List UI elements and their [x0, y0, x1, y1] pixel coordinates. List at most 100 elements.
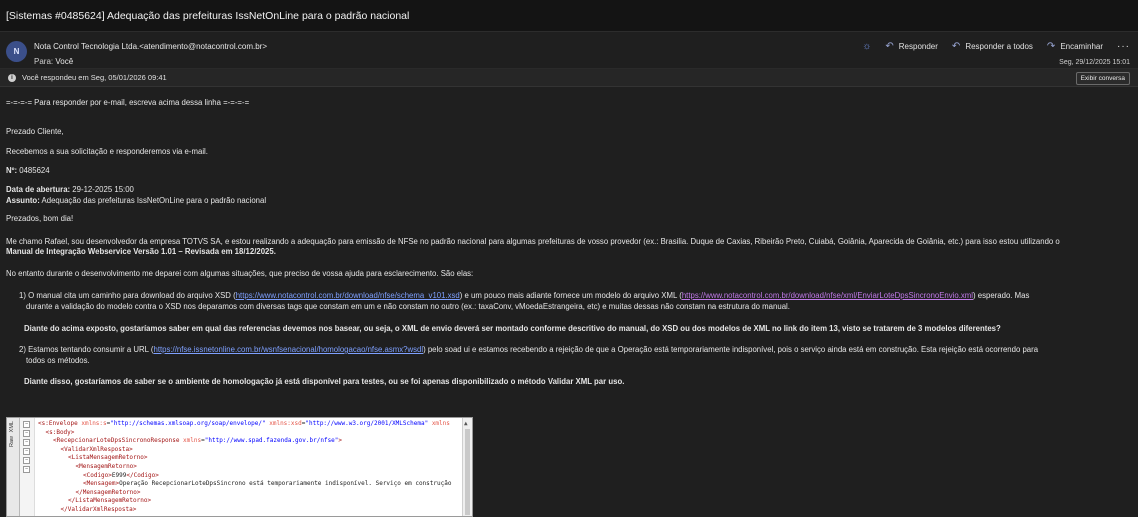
to-label: Para: [34, 57, 54, 66]
xml-token: <RecepcionarLoteDpsSincronoResponse [53, 437, 180, 445]
xml-token: "http://www.spad.fazenda.gov.br/nfse" [204, 437, 339, 445]
xml-token: </ValidarXmlResposta> [60, 506, 137, 513]
open-date-value: 29-12-2025 15:00 [70, 185, 134, 194]
subject-line: Assunto: Adequação das prefeituras IssNe… [6, 196, 266, 205]
xml-token: <s:Envelope [38, 420, 78, 427]
vertical-scrollbar[interactable]: ▲ [462, 418, 472, 516]
xml-line: <s:Body> [46, 429, 75, 436]
sent-date: Seg, 29/12/2025 15:01 [1059, 59, 1130, 66]
xml-token: xmlns:xsd [265, 420, 302, 427]
xml-token: xmlns [428, 420, 450, 427]
intro-line-1: Me chamo Rafael, sou desenvolvedor da em… [6, 237, 1060, 246]
xml-token: <MensagemRetorno> [75, 463, 137, 470]
sender-name[interactable]: Nota Control Tecnologia Ltda.<atendiment… [34, 42, 267, 51]
reply-all-icon: ↶ [951, 41, 961, 52]
xml-line: <s:Envelope xmlns:s="http://schemas.xmls… [38, 420, 450, 427]
subject-value: Adequação das prefeituras IssNetOnLine p… [39, 196, 267, 205]
question-2: Diante disso, gostaríamos de saber se o … [24, 377, 625, 386]
scrollbar-thumb[interactable] [465, 429, 470, 515]
xml-line: </MensagemRetorno> [76, 489, 141, 496]
info-icon: i [8, 73, 16, 82]
fold-toggle[interactable]: − [23, 457, 30, 464]
message-actions: ☼ ↶ Responder ↶ Responder a todos ↷ Enca… [862, 41, 1130, 52]
fold-toggle[interactable]: − [23, 466, 30, 473]
raw-tab[interactable]: Raw [9, 436, 15, 447]
subject-text: [Sistemas #0485624] Adequação das prefei… [6, 9, 410, 22]
reply-info-text: Você respondeu em Seg, 05/01/2026 09:41 [22, 73, 167, 82]
reply-all-label: Responder a todos [965, 42, 1033, 51]
subject-label: Assunto: [6, 196, 40, 205]
scroll-up-arrow-icon[interactable]: ▲ [464, 420, 468, 427]
xml-token: <Codigo> [83, 471, 112, 479]
fold-toggle[interactable]: − [23, 421, 30, 428]
question-1: Diante do acima exposto, gostaríamos sab… [24, 324, 1001, 333]
fold-toggle[interactable]: − [23, 439, 30, 446]
received-notice: Recebemos a sua solicitação e respondere… [6, 147, 208, 156]
xml-line: <Mensagem>Operação RecepcionarLoteDpsSin… [83, 480, 451, 487]
xml-token: </ListaMensagemRetorno> [68, 497, 152, 505]
xml-model-link[interactable]: https://www.notacontrol.com.br/download/… [682, 291, 973, 300]
item-2-text-a: 2) Estamos tentando consumir a URL ( [19, 345, 154, 354]
view-tabs: XML Raw [7, 418, 20, 516]
xml-tab[interactable]: XML [9, 421, 15, 432]
xml-token: Operação RecepcionarLoteDpsSincrono está… [119, 480, 452, 488]
situations-text: No entanto durante o desenvolvimento me … [6, 269, 474, 278]
xml-token: <ValidarXmlResposta> [60, 445, 133, 453]
reply-button[interactable]: ↶ Responder [885, 41, 938, 52]
item-1-line-2: durante a validação do modelo contra o X… [26, 302, 790, 311]
xml-token: xmlns:s [77, 420, 107, 427]
xml-token: xmlns [179, 437, 202, 445]
xml-token: </MensagemRetorno> [75, 488, 141, 496]
fold-toggle[interactable]: − [23, 430, 30, 437]
xml-token: </Codigo> [126, 471, 159, 479]
xml-line: </ListaMensagemRetorno> [68, 497, 151, 504]
forward-icon: ↷ [1046, 41, 1056, 52]
salutation: Prezados, bom dia! [6, 214, 74, 223]
xsd-link[interactable]: https://www.notacontrol.com.br/download/… [236, 291, 460, 300]
reply-icon: ↶ [885, 41, 894, 52]
to-value[interactable]: Você [55, 57, 73, 66]
reply-separator: =-=-=-= Para responder por e-mail, escre… [6, 98, 250, 107]
open-date: Data de abertura: 29-12-2025 15:00 [6, 185, 134, 194]
open-date-label: Data de abertura: [6, 185, 71, 194]
item-2-line-2: todos os métodos. [26, 356, 90, 365]
fold-toggle[interactable]: − [23, 448, 30, 455]
xml-line: </ValidarXmlResposta> [61, 506, 137, 513]
xml-token: "http://www.w3.org/2001/XMLSchema" [305, 420, 429, 427]
xml-token: <s:Body> [45, 428, 75, 436]
greeting: Prezado Cliente, [6, 127, 64, 136]
forward-label: Encaminhar [1060, 42, 1103, 51]
fold-gutter: − − − − − − [20, 418, 35, 516]
email-subject-title: [Sistemas #0485624] Adequação das prefei… [0, 0, 1138, 32]
item-1-text-a: 1) O manual cita um caminho para downloa… [19, 291, 236, 300]
xml-token: <Mensagem> [83, 480, 120, 488]
xml-token: > [338, 437, 343, 445]
xml-line: <ListaMensagemRetorno> [68, 454, 147, 461]
xml-response-screenshot: XML Raw − − − − − − <s:Envelope xmlns:s=… [6, 417, 473, 517]
show-conversation-button[interactable]: Exibir conversa [1075, 72, 1130, 85]
intro-line-2: Manual de Integração Webservice Versão 1… [6, 247, 276, 256]
avatar[interactable]: N [6, 41, 27, 62]
xml-token: <ListaMensagemRetorno> [68, 454, 148, 462]
item-1-line-1: 1) O manual cita um caminho para downloa… [19, 291, 1029, 300]
xml-line: <ValidarXmlResposta> [61, 446, 133, 453]
wsdl-link[interactable]: https://nfse.issnetonline.com.br/wsnfsen… [153, 345, 423, 354]
xml-token: E999 [111, 471, 127, 479]
item-2-line-1: 2) Estamos tentando consumir a URL (http… [19, 345, 1038, 354]
ticket-number-value: 0485624 [17, 166, 50, 175]
reply-label: Responder [898, 42, 938, 51]
xml-token: "http://schemas.xmlsoap.org/soap/envelop… [110, 420, 266, 427]
reply-all-button[interactable]: ↶ Responder a todos [952, 41, 1033, 52]
item-2-text-b: ) pelo soad ui e estamos recebendo a rej… [423, 345, 1039, 354]
xml-line: <MensagemRetorno> [76, 463, 137, 470]
xml-line: <Codigo>E999</Codigo> [83, 472, 159, 479]
reply-info-bar: i Você respondeu em Seg, 05/01/2026 09:4… [0, 69, 1138, 87]
ticket-number-label: Nº: [6, 166, 18, 175]
forward-button[interactable]: ↷ Encaminhar [1047, 41, 1103, 52]
message-header: N Nota Control Tecnologia Ltda.<atendime… [0, 32, 1138, 69]
sun-icon[interactable]: ☼ [862, 41, 871, 52]
recipient-line: Para: Você [34, 57, 73, 66]
more-options-button[interactable]: ··· [1117, 41, 1130, 52]
item-1-text-c: ) esperado. Mas [973, 291, 1030, 300]
xml-line: <RecepcionarLoteDpsSincronoResponse xmln… [53, 437, 342, 444]
